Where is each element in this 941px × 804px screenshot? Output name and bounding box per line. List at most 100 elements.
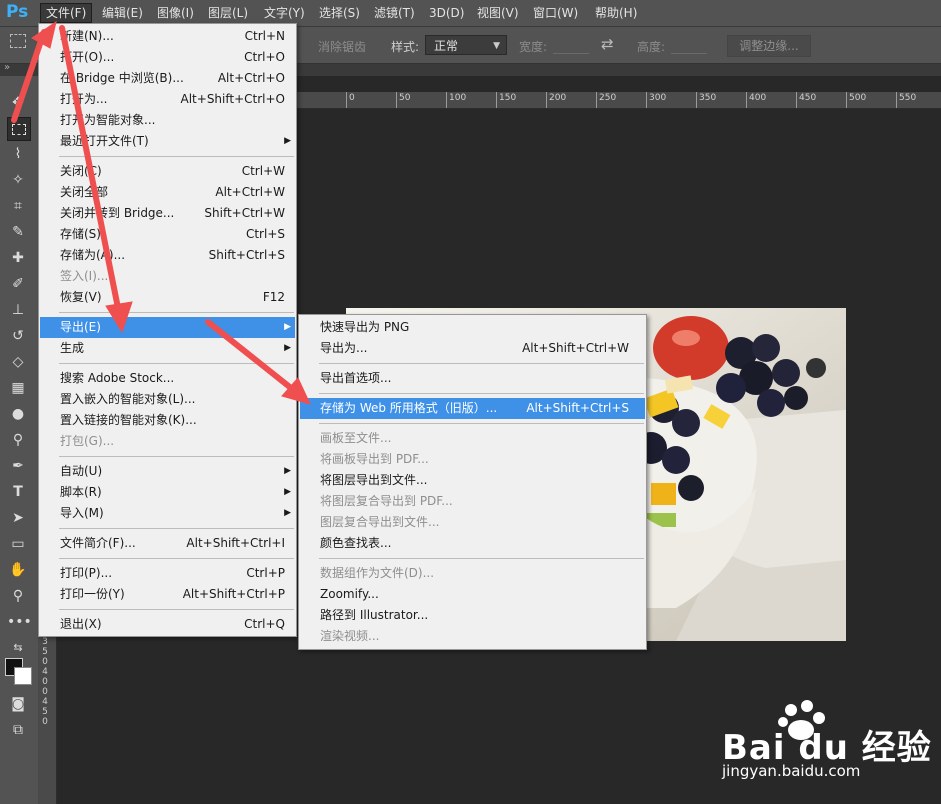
marquee-preset-icon[interactable] — [10, 34, 26, 48]
file-menu-item-label: 恢复(V) — [60, 290, 102, 304]
ruler-top-label: 150 — [496, 92, 516, 108]
dodge-tool-icon[interactable]: ⚲ — [7, 429, 29, 451]
ruler-top-label: 100 — [446, 92, 466, 108]
pen-tool-icon[interactable]: ✒ — [7, 455, 29, 477]
export-menu-item-16[interactable]: 路径到 Illustrator... — [300, 605, 645, 626]
export-menu-item-5[interactable]: 存储为 Web 所用格式（旧版）... Alt+Shift+Ctrl+S — [300, 398, 645, 419]
eraser-tool-icon[interactable]: ◇ — [7, 351, 29, 373]
menu-1[interactable]: 编辑(E) — [97, 4, 148, 22]
screen-mode-icon[interactable]: ⧉ — [7, 719, 29, 741]
crop-tool-icon[interactable]: ⌗ — [7, 195, 29, 217]
submenu-arrow-icon: ▶ — [284, 508, 291, 518]
style-select[interactable]: 正常 ▼ — [425, 35, 507, 55]
lasso-tool-icon[interactable]: ⌇ — [7, 143, 29, 165]
menu-4[interactable]: 文字(Y) — [259, 4, 310, 22]
menu-2[interactable]: 图像(I) — [152, 4, 199, 22]
export-menu-item-0[interactable]: 快速导出为 PNG — [300, 317, 645, 338]
file-menu-item-15[interactable]: 导出(E) ▶ — [40, 317, 295, 338]
hand-tool-icon[interactable]: ✋ — [7, 559, 29, 581]
file-menu-item-29[interactable]: 打印(P)... Ctrl+P — [40, 563, 295, 584]
rectangle-tool-icon[interactable]: ▭ — [7, 533, 29, 555]
file-menu-item-30[interactable]: 打印一份(Y) Alt+Shift+Ctrl+P — [40, 584, 295, 605]
export-menu-item-label: 导出为... — [320, 341, 368, 355]
width-input[interactable] — [553, 37, 589, 54]
menu-6[interactable]: 滤镜(T) — [369, 4, 420, 22]
stamp-tool-icon[interactable]: ⊥ — [7, 299, 29, 321]
swap-icon[interactable]: ⇄ — [601, 35, 614, 53]
file-menu-item-3[interactable]: 打开为... Alt+Shift+Ctrl+O — [40, 89, 295, 110]
brush-tool-icon[interactable]: ✐ — [7, 273, 29, 295]
submenu-arrow-icon: ▶ — [284, 343, 291, 353]
collapse-icon[interactable]: » — [4, 62, 10, 73]
file-menu-item-19[interactable]: 置入嵌入的智能对象(L)... — [40, 389, 295, 410]
file-menu-item-2[interactable]: 在 Bridge 中浏览(B)... Alt+Ctrl+O — [40, 68, 295, 89]
file-menu-item-label: 关闭全部 — [60, 185, 109, 199]
history-brush-icon[interactable]: ↺ — [7, 325, 29, 347]
file-menu-item-25[interactable]: 导入(M) ▶ — [40, 503, 295, 524]
gradient-tool-icon[interactable]: ▦ — [7, 377, 29, 399]
file-menu-item-18[interactable]: 搜索 Adobe Stock... — [40, 368, 295, 389]
menu-0[interactable]: 文件(F) — [40, 3, 93, 23]
menu-9[interactable]: 窗口(W) — [528, 4, 583, 22]
file-menu-item-0[interactable]: 新建(N)... Ctrl+N — [40, 26, 295, 47]
file-menu-item-32[interactable]: 退出(X) Ctrl+Q — [40, 614, 295, 635]
path-select-icon[interactable]: ➤ — [7, 507, 29, 529]
export-menu-item-3[interactable]: 导出首选项... — [300, 368, 645, 389]
file-menu-item-11[interactable]: 存储为(A)... Shift+Ctrl+S — [40, 245, 295, 266]
ruler-left-label: 5 — [42, 707, 48, 717]
style-label: 样式: — [391, 40, 420, 54]
menu-8[interactable]: 视图(V) — [472, 4, 524, 22]
file-menu-item-16[interactable]: 生成 ▶ — [40, 338, 295, 359]
zoom-tool-icon[interactable]: ⚲ — [7, 585, 29, 607]
menu-10[interactable]: 帮助(H) — [590, 4, 642, 22]
export-menu-item-1[interactable]: 导出为... Alt+Shift+Ctrl+W — [300, 338, 645, 359]
quick-mask-icon[interactable]: ◙ — [7, 693, 29, 715]
export-menu-item-7: 画板至文件... — [300, 428, 645, 449]
export-menu-item-label: 渲染视频... — [320, 629, 380, 643]
marquee-tool-icon[interactable] — [7, 117, 31, 141]
menu-5[interactable]: 选择(S) — [314, 4, 365, 22]
swap-colors-icon[interactable]: ⇆ — [7, 637, 29, 659]
file-menu-item-label: 文件简介(F)... — [60, 536, 136, 550]
file-menu-item-10[interactable]: 存储(S) Ctrl+S — [40, 224, 295, 245]
type-tool-icon[interactable]: T — [7, 481, 29, 503]
file-menu-item-27[interactable]: 文件简介(F)... Alt+Shift+Ctrl+I — [40, 533, 295, 554]
photoshop-logo: Ps — [6, 2, 29, 22]
file-menu-item-23[interactable]: 自动(U) ▶ — [40, 461, 295, 482]
adjust-edge-button[interactable]: 调整边缘... — [727, 35, 811, 57]
file-menu-item-4[interactable]: 打开为智能对象... — [40, 110, 295, 131]
file-menu-item-24[interactable]: 脚本(R) ▶ — [40, 482, 295, 503]
file-menu-item-label: 导出(E) — [60, 320, 101, 334]
file-menu-item-1[interactable]: 打开(O)... Ctrl+O — [40, 47, 295, 68]
file-menu-item-label: 打印一份(Y) — [60, 587, 125, 601]
file-menu-item-9[interactable]: 关闭并转到 Bridge... Shift+Ctrl+W — [40, 203, 295, 224]
more-tools-icon[interactable]: ••• — [7, 611, 32, 633]
file-menu-item-13[interactable]: 恢复(V) F12 — [40, 287, 295, 308]
file-menu-item-8[interactable]: 关闭全部 Alt+Ctrl+W — [40, 182, 295, 203]
menu-separator — [319, 363, 644, 364]
export-menu-item-15[interactable]: Zoomify... — [300, 584, 645, 605]
export-menu-item-9[interactable]: 将图层导出到文件... — [300, 470, 645, 491]
ruler-left-label: 4 — [42, 667, 48, 677]
move-tool-icon[interactable]: ✥ — [7, 92, 29, 114]
file-menu-item-label: 生成 — [60, 341, 85, 355]
file-menu-item-shortcut: Alt+Shift+Ctrl+P — [182, 587, 285, 601]
ruler-top-label: 500 — [846, 92, 866, 108]
blur-tool-icon[interactable]: ● — [7, 403, 29, 425]
menu-separator — [59, 558, 294, 559]
healing-brush-icon[interactable]: ✚ — [7, 247, 29, 269]
menu-7[interactable]: 3D(D) — [424, 4, 469, 22]
magic-wand-icon[interactable]: ✧ — [7, 169, 29, 191]
menu-separator — [59, 363, 294, 364]
file-menu-item-20[interactable]: 置入链接的智能对象(K)... — [40, 410, 295, 431]
eyedropper-icon[interactable]: ✎ — [7, 221, 29, 243]
ruler-left-label: 0 — [42, 687, 48, 697]
export-menu-item-label: 存储为 Web 所用格式（旧版）... — [320, 401, 498, 415]
export-menu-item-12[interactable]: 颜色查找表... — [300, 533, 645, 554]
tools-panel: ✥ ⌇ ✧ ⌗ ✎ ✚ ✐ ⊥ ↺ ◇ ▦ ● ⚲ ✒ T ➤ ▭ ✋ ⚲ ••… — [0, 76, 39, 804]
file-menu-item-5[interactable]: 最近打开文件(T) ▶ — [40, 131, 295, 152]
background-color-swatch[interactable] — [14, 667, 32, 685]
menu-3[interactable]: 图层(L) — [203, 4, 253, 22]
height-input[interactable] — [671, 37, 707, 54]
file-menu-item-7[interactable]: 关闭(C) Ctrl+W — [40, 161, 295, 182]
